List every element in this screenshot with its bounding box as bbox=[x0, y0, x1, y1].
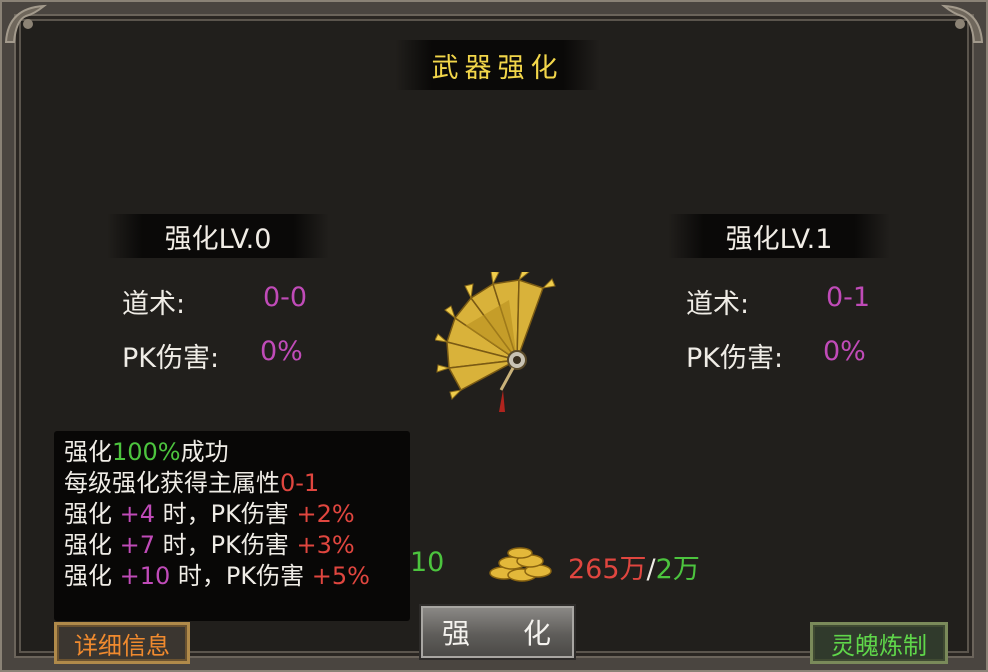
tooltip-text: 时，PK伤害 bbox=[170, 562, 312, 590]
next-stat-value: 0% bbox=[823, 336, 866, 367]
gold-required: 2万 bbox=[655, 554, 700, 585]
current-stat-name: 道术: bbox=[122, 289, 186, 320]
tooltip-level: +4 bbox=[119, 500, 156, 528]
tooltip-text: 强化 bbox=[64, 562, 120, 590]
tooltip-text: 强化 bbox=[64, 500, 120, 528]
soul-refine-button[interactable]: 灵魄炼制 bbox=[810, 622, 948, 664]
success-rate: 100% bbox=[112, 438, 181, 466]
enhance-info-tooltip: 强化100%成功 每级强化获得主属性0-1 强化 +4 时，PK伤害 +2% 强… bbox=[54, 431, 410, 621]
tooltip-line: 强化100%成功 bbox=[64, 437, 400, 468]
tooltip-text: 成功 bbox=[180, 438, 229, 466]
title-plate: 武器强化 bbox=[395, 40, 600, 90]
corner-ornament-top-right bbox=[920, 2, 984, 46]
next-stat-name: PK伤害: bbox=[686, 343, 784, 374]
tooltip-line: 每级强化获得主属性0-1 bbox=[64, 468, 400, 499]
tooltip-text: 强化 bbox=[64, 438, 112, 466]
tooltip-bonus: +3% bbox=[296, 531, 355, 559]
detail-info-button[interactable]: 详细信息 bbox=[54, 622, 190, 664]
current-stat-value: 0-0 bbox=[263, 282, 308, 313]
next-stat-name: 道术: bbox=[686, 289, 750, 320]
tooltip-text: 时，PK伤害 bbox=[155, 531, 297, 559]
gold-owned: 265万 bbox=[568, 554, 647, 585]
tooltip-text: 强化 bbox=[64, 531, 120, 559]
tooltip-level: +7 bbox=[119, 531, 156, 559]
current-level-label: 强化LV.0 bbox=[107, 214, 329, 258]
window-title: 武器强化 bbox=[431, 52, 564, 84]
material-count: 10 bbox=[410, 547, 445, 578]
next-level-label: 强化LV.1 bbox=[668, 214, 890, 258]
current-stat-value: 0% bbox=[260, 336, 303, 367]
current-stat-name: PK伤害: bbox=[122, 343, 220, 374]
tooltip-text: 每级强化获得主属性 bbox=[64, 469, 280, 497]
tooltip-value: 0-1 bbox=[280, 469, 320, 497]
tooltip-line: 强化 +4 时，PK伤害 +2% bbox=[64, 499, 400, 530]
gold-separator: / bbox=[646, 554, 656, 585]
gold-coins-icon bbox=[486, 543, 556, 585]
next-stat-value: 0-1 bbox=[826, 282, 871, 313]
tooltip-bonus: +5% bbox=[311, 562, 370, 590]
tooltip-bonus: +2% bbox=[296, 500, 355, 528]
golden-fan-weapon-icon[interactable] bbox=[434, 267, 565, 414]
corner-ornament-top-left bbox=[4, 2, 68, 46]
gold-cost: 265万/2万 bbox=[568, 547, 700, 586]
tooltip-line: 强化 +10 时，PK伤害 +5% bbox=[64, 561, 400, 592]
tooltip-level: +10 bbox=[119, 562, 171, 590]
tooltip-text: 时，PK伤害 bbox=[155, 500, 297, 528]
enhance-button[interactable]: 强 化 bbox=[419, 604, 576, 660]
tooltip-line: 强化 +7 时，PK伤害 +3% bbox=[64, 530, 400, 561]
